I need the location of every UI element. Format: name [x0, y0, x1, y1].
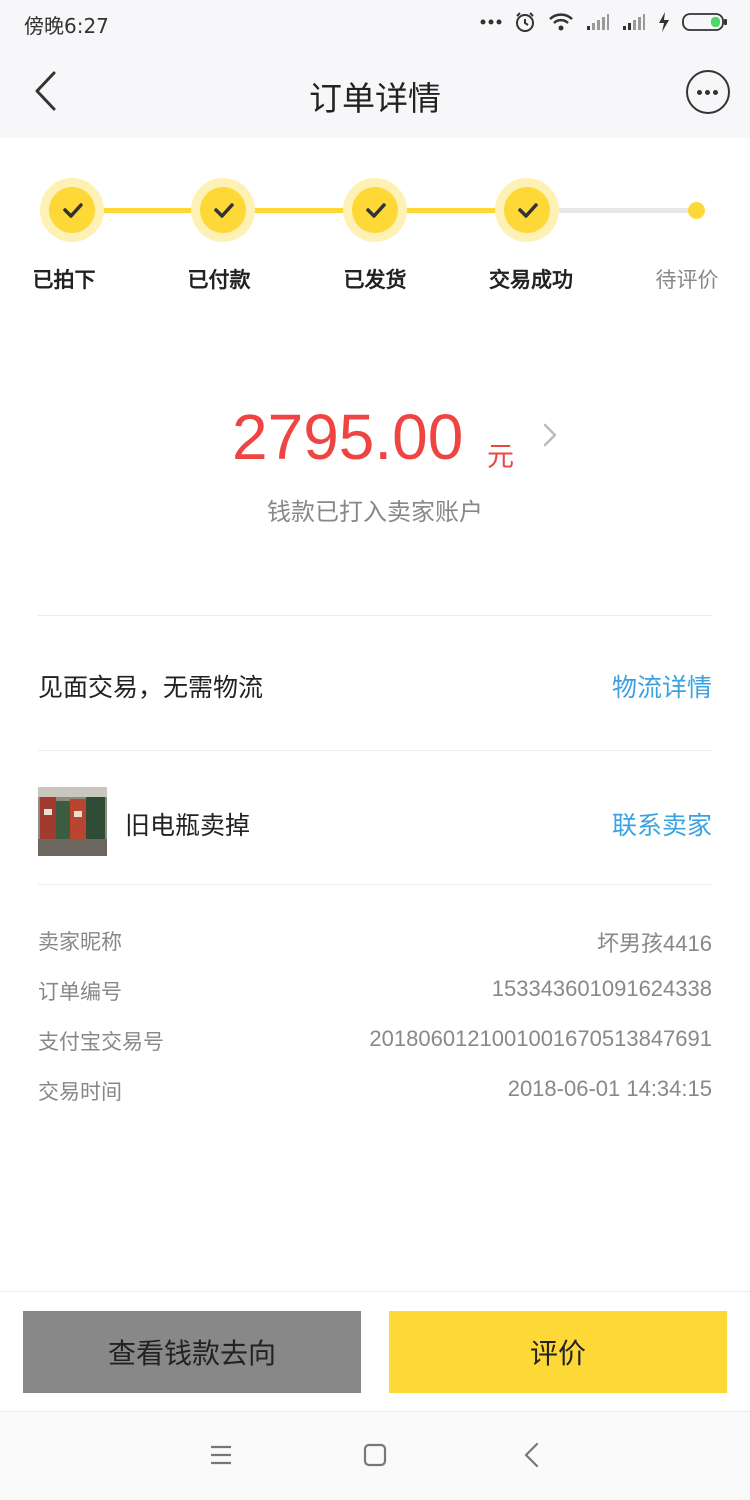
- item-photo: [38, 787, 107, 856]
- amount-value: 2795.00: [232, 401, 464, 473]
- item-thumbnail[interactable]: [38, 787, 107, 856]
- more-options-button[interactable]: [686, 70, 730, 114]
- divider: [38, 884, 712, 885]
- action-bar: 查看钱款去向 评价: [0, 1291, 750, 1411]
- progress-track-done: [72, 208, 527, 213]
- detail-value: 2018060121001001670513847691: [369, 1026, 712, 1051]
- amount-status: 钱款已打入卖家账户: [267, 498, 483, 526]
- step-node-review: [688, 202, 705, 219]
- check-icon: [366, 203, 386, 218]
- contact-seller-link[interactable]: 联系卖家: [612, 806, 712, 842]
- nav-bar: 订单详情: [0, 44, 750, 138]
- battery-icon: [682, 13, 727, 31]
- divider: [38, 615, 712, 616]
- alarm-icon: [516, 12, 534, 32]
- detail-label: 支付宝交易号: [38, 1030, 164, 1054]
- page-title: 订单详情: [309, 79, 441, 118]
- step-node-completed: [495, 178, 559, 242]
- step-label-review: 待评价: [655, 268, 719, 292]
- money-flow-button[interactable]: 查看钱款去向: [23, 1311, 361, 1393]
- menu-icon[interactable]: [208, 1442, 234, 1468]
- status-icons: [480, 10, 728, 34]
- detail-row-alipay-number: 支付宝交易号 2018060121001001670513847691: [38, 1026, 712, 1056]
- amount-summary[interactable]: 2795.00 元: [0, 400, 750, 480]
- detail-label: 订单编号: [38, 980, 122, 1004]
- review-button[interactable]: 评价: [389, 1311, 727, 1393]
- signal-icon-1: [587, 14, 609, 30]
- check-icon: [518, 203, 538, 218]
- item-title[interactable]: 旧电瓶卖掉: [125, 806, 250, 842]
- step-node-ordered: [40, 178, 104, 242]
- charging-icon: [659, 12, 669, 32]
- signal-icon-2: [623, 14, 645, 30]
- order-progress: 已拍下 已付款 已发货 交易成功 待评价: [0, 138, 750, 318]
- step-node-shipped: [343, 178, 407, 242]
- check-icon: [214, 203, 234, 218]
- detail-value: 153343601091624338: [491, 976, 712, 1001]
- check-icon: [63, 203, 83, 218]
- step-label-paid: 已付款: [187, 268, 251, 292]
- system-nav-bar: [0, 1411, 750, 1500]
- detail-value: 坏男孩4416: [597, 931, 712, 956]
- back-icon[interactable]: [520, 1442, 546, 1468]
- step-label-ordered: 已拍下: [32, 268, 96, 292]
- logistics-info: 见面交易，无需物流: [38, 673, 264, 702]
- step-label-completed: 交易成功: [489, 268, 573, 292]
- detail-value: 2018-06-01 14:34:15: [507, 1076, 712, 1101]
- detail-row-order-number: 订单编号 153343601091624338: [38, 976, 712, 1006]
- status-bar: 傍晚6:27: [0, 0, 750, 44]
- divider: [38, 750, 712, 751]
- logistics-details-link[interactable]: 物流详情: [612, 668, 712, 704]
- wifi-icon: [549, 13, 573, 31]
- more-dots-icon: [480, 19, 502, 25]
- detail-row-seller: 卖家昵称 坏男孩4416: [38, 926, 712, 956]
- detail-row-trade-time: 交易时间 2018-06-01 14:34:15: [38, 1076, 712, 1106]
- step-label-shipped: 已发货: [343, 268, 407, 292]
- home-icon[interactable]: [362, 1442, 388, 1468]
- status-time: 傍晚6:27: [24, 14, 109, 38]
- step-node-paid: [191, 178, 255, 242]
- detail-label: 卖家昵称: [38, 930, 122, 954]
- amount-unit: 元: [487, 442, 514, 473]
- detail-label: 交易时间: [38, 1080, 122, 1104]
- chevron-right-icon: [543, 423, 557, 447]
